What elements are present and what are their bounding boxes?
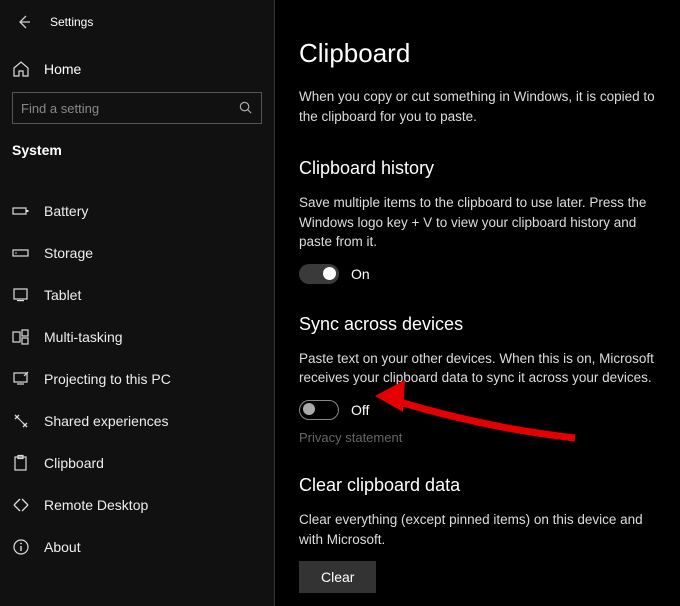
section-clear-clipboard: Clear clipboard data Clear everything (e…: [299, 475, 660, 593]
sidebar-item-label: Tablet: [44, 287, 81, 303]
storage-icon: [12, 244, 30, 262]
nav-list: Battery Storage Tablet Multi-tasking: [0, 190, 274, 568]
back-button[interactable]: [14, 12, 34, 32]
sidebar-item-remote-desktop[interactable]: Remote Desktop: [0, 484, 274, 526]
sidebar-item-storage[interactable]: Storage: [0, 232, 274, 274]
section-clipboard-history: Clipboard history Save multiple items to…: [299, 158, 660, 284]
search-input[interactable]: [21, 101, 231, 116]
home-label: Home: [44, 61, 81, 77]
section-desc: Save multiple items to the clipboard to …: [299, 193, 660, 252]
page-title: Clipboard: [299, 38, 660, 69]
about-icon: [12, 538, 30, 556]
clipboard-history-toggle[interactable]: [299, 264, 339, 284]
sidebar-item-label: Clipboard: [44, 455, 104, 471]
section-title: Clear clipboard data: [299, 475, 660, 496]
settings-title: Settings: [50, 15, 93, 29]
search-icon: [238, 100, 253, 115]
sync-devices-toggle[interactable]: [299, 400, 339, 420]
sidebar-item-label: Projecting to this PC: [44, 371, 171, 387]
sidebar-item-projecting[interactable]: Projecting to this PC: [0, 358, 274, 400]
sidebar-item-tablet[interactable]: Tablet: [0, 274, 274, 316]
shared-experiences-icon: [12, 412, 30, 430]
home-icon: [12, 60, 30, 78]
sidebar-item-label: Storage: [44, 245, 93, 261]
clipboard-icon: [12, 454, 30, 472]
section-title: Clipboard history: [299, 158, 660, 179]
sidebar-item-shared-experiences[interactable]: Shared experiences: [0, 400, 274, 442]
privacy-statement-link[interactable]: Privacy statement: [299, 430, 660, 445]
battery-icon: [12, 202, 30, 220]
clear-button[interactable]: Clear: [299, 561, 376, 593]
sidebar-item-label: Shared experiences: [44, 413, 169, 429]
sidebar-item-label: About: [44, 539, 81, 555]
sidebar-item-label: Battery: [44, 203, 88, 219]
sidebar-item-clipboard[interactable]: Clipboard: [0, 442, 274, 484]
multitasking-icon: [12, 328, 30, 346]
sidebar-item-about[interactable]: About: [0, 526, 274, 568]
sidebar-item-label: Remote Desktop: [44, 497, 148, 513]
page-intro: When you copy or cut something in Window…: [299, 87, 659, 126]
section-desc: Clear everything (except pinned items) o…: [299, 510, 660, 549]
tablet-icon: [12, 286, 30, 304]
projecting-icon: [12, 370, 30, 388]
main-content: Clipboard When you copy or cut something…: [275, 0, 680, 606]
section-title: Sync across devices: [299, 314, 660, 335]
search-box[interactable]: [12, 92, 262, 124]
toggle-label: On: [351, 266, 370, 282]
toggle-label: Off: [351, 402, 369, 418]
sidebar-header: Settings: [0, 6, 274, 52]
arrow-left-icon: [16, 14, 32, 30]
home-nav[interactable]: Home: [0, 52, 274, 92]
sidebar-item-label: Multi-tasking: [44, 329, 123, 345]
sidebar-item-multitasking[interactable]: Multi-tasking: [0, 316, 274, 358]
section-desc: Paste text on your other devices. When t…: [299, 349, 660, 388]
sidebar-item-battery[interactable]: Battery: [0, 190, 274, 232]
section-sync-devices: Sync across devices Paste text on your o…: [299, 314, 660, 445]
current-section-label: System: [0, 138, 274, 176]
sidebar: Settings Home System: [0, 0, 275, 606]
remote-desktop-icon: [12, 496, 30, 514]
